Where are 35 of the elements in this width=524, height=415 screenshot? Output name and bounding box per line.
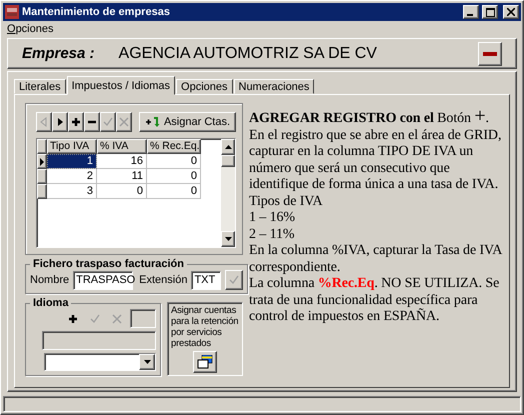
table-cell: 16 [97,154,147,169]
company-name: AGENCIA AUTOMOTRIZ SA DE CV [118,44,378,62]
group-title: Idioma [32,297,70,309]
column-header[interactable]: Tipo IVA [47,139,97,154]
instruction-text: 1 – 16% [249,210,296,226]
table-cell: 3 [47,184,97,199]
field-label: Nombre [30,274,70,286]
table-cell: 0 [97,184,147,199]
company-label: Empresa : [22,45,95,62]
tab[interactable]: Impuestos / Idiomas [66,76,176,95]
instruction-text: 2 – 11% [249,226,296,243]
instruction-text: En la columna %IVA, capturar la Tasa de IVA correspondiente. [249,243,503,276]
retention-label: Asignar cuentas para la retención por servicios prestados [171,305,239,349]
instruction-text: Tipos de IVA [249,194,324,210]
table-cell: 11 [97,169,147,184]
table-cell: 0 [147,169,201,184]
column-header[interactable]: % IVA [97,139,147,154]
window-title: Mantenimiento de empresas [22,6,171,18]
assign-accounts-button[interactable]: Asignar Ctas. [138,112,236,132]
instruction-text: La columna %Rec.Eq. NO SE UTILIZA. Se trata de una funcionalidad específica para control de impuestos en ESPAÑA. [249,276,500,326]
table-cell: 0 [147,154,201,169]
instruction-text: En el registro que se abre en el área de GRID, capturar en la columna TIPO DE IVA un número que será un consecutivo que identifique de forma única a una tasa de IVA. [249,128,502,194]
table-cell: 1 [47,154,97,169]
input-field[interactable]: TXT [191,270,222,290]
input-field[interactable]: TRASPASO [73,270,134,290]
field-label: Extensión [139,274,188,286]
table-cell: 2 [47,169,97,184]
column-header[interactable]: % Rec.Eq. [147,139,201,154]
group-title: Fichero traspaso facturación [32,258,185,270]
menu-item[interactable]: Opciones [7,22,54,34]
tab[interactable]: Numeraciones [234,79,314,94]
table-cell: 0 [147,184,201,199]
tab[interactable]: Opciones [176,79,232,94]
instruction-text: AGREGAR REGISTRO con el Botón +. [249,111,490,128]
tab[interactable]: Literales [14,79,66,94]
